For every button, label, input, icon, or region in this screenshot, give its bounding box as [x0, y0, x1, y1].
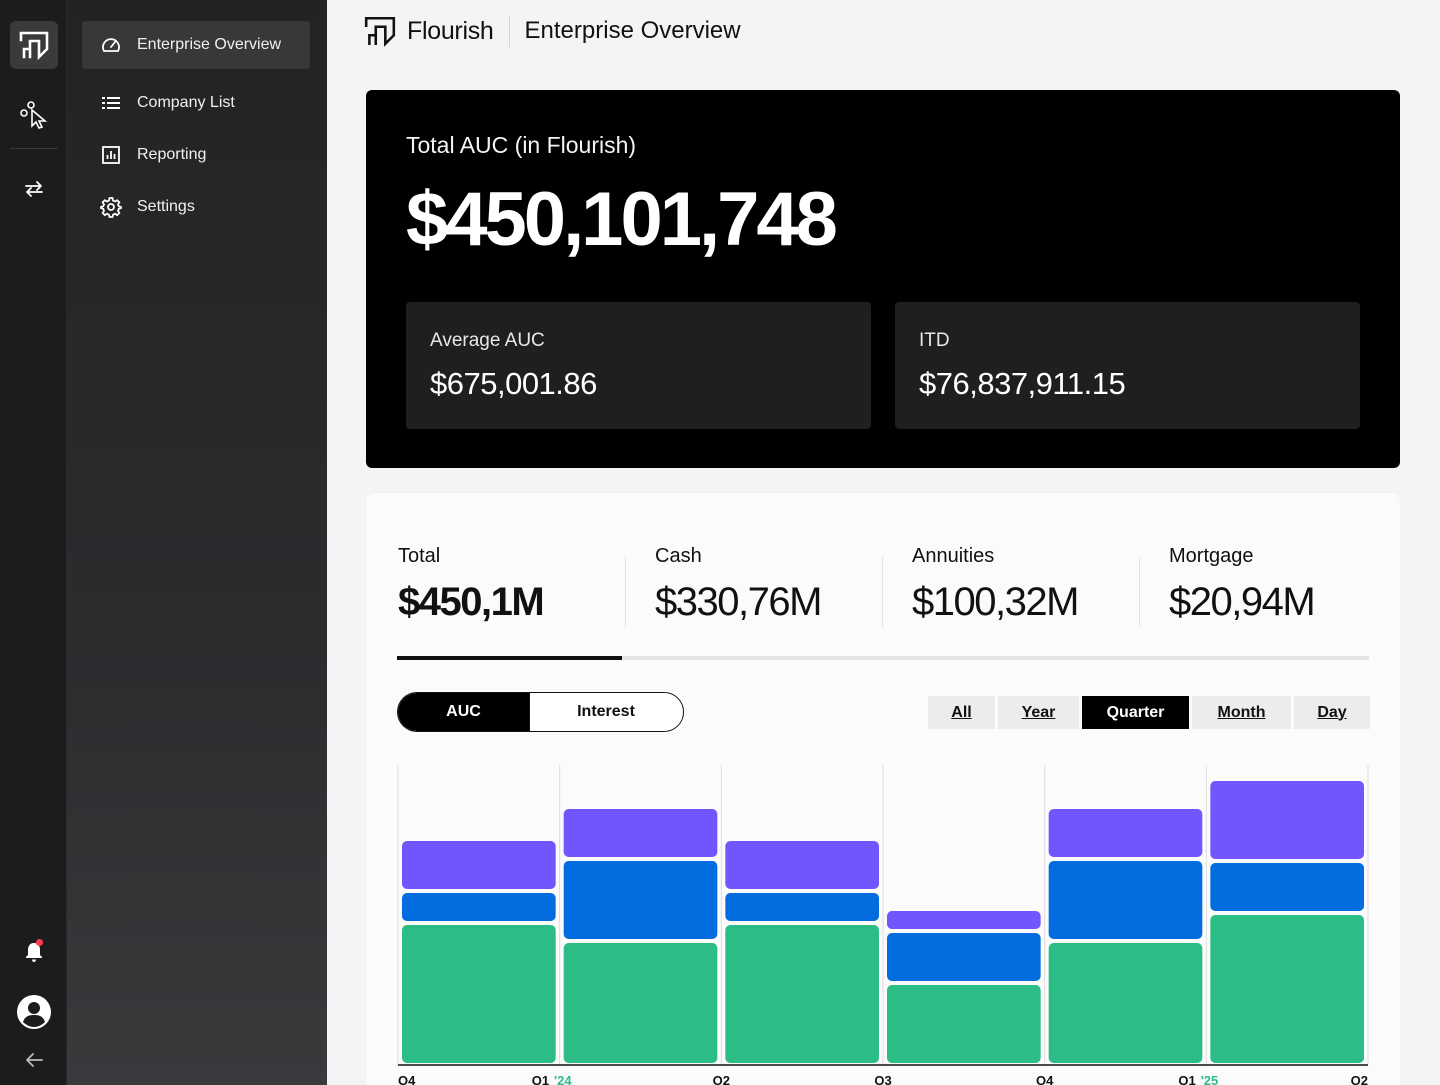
sidebar-item-company-list[interactable]: Company List — [82, 79, 310, 127]
average-auc-label: Average AUC — [430, 330, 545, 351]
arrow-left-icon[interactable] — [14, 1040, 54, 1080]
chart-bar-mortgage — [1210, 781, 1364, 859]
chart-x-tick-label: Q3 — [874, 1073, 891, 1085]
average-auc-value: $675,001.86 — [430, 366, 597, 401]
list-icon — [100, 92, 122, 114]
chart-x-tick-label: Q1'25 — [1178, 1073, 1218, 1085]
average-auc-card: Average AUC $675,001.86 — [406, 302, 871, 429]
sidebar-item-settings[interactable]: Settings — [82, 183, 310, 231]
chart-bar-cash — [1048, 943, 1203, 1063]
user-avatar-icon[interactable] — [14, 992, 54, 1032]
chart-bar-cash — [725, 925, 879, 1063]
chart-bar-cash — [563, 943, 718, 1063]
chart-x-tick-label: Q4 — [1036, 1073, 1054, 1085]
flourish-logo-icon[interactable] — [10, 21, 58, 69]
gauge-icon — [100, 34, 122, 56]
page-header: Flourish Enterprise Overview — [363, 14, 741, 48]
chart-bar-annuities — [887, 933, 1041, 981]
chart-x-tick-label: Q1'24 — [532, 1073, 573, 1085]
chart-bar-cash — [402, 925, 556, 1063]
chart-bar-mortgage — [1048, 809, 1203, 857]
notification-badge — [36, 939, 43, 946]
icon-rail — [0, 0, 67, 1085]
chart-x-tick-label: Q2 — [713, 1073, 730, 1085]
rail-divider — [10, 148, 58, 149]
sidebar: Enterprise Overview Company List Reporti… — [67, 0, 327, 1085]
chart-x-tick-label: Q4 — [398, 1073, 416, 1085]
total-auc-value: $450,101,748 — [406, 177, 838, 262]
itd-value: $76,837,911.15 — [919, 366, 1126, 401]
auc-stacked-bar-chart: Q4 Q1'24 Q2 Q3 Q4 Q1'25 Q2 — [397, 765, 1369, 1085]
cursor-pointer-icon[interactable] — [14, 94, 54, 134]
bell-icon[interactable] — [14, 932, 54, 972]
chart-bar-mortgage — [725, 841, 879, 889]
chart-bar-annuities — [402, 893, 556, 921]
chart-bar-cash — [1210, 915, 1364, 1063]
total-auc-card: Total AUC (in Flourish) $450,101,748 Ave… — [366, 90, 1400, 468]
page-title: Enterprise Overview — [524, 17, 741, 44]
auc-breakdown-card: Total $450,1M Cash $330,76M Annuities $1… — [366, 493, 1400, 1085]
total-auc-label: Total AUC (in Flourish) — [406, 132, 637, 158]
itd-label: ITD — [919, 330, 950, 351]
chart-bar-mortgage — [402, 841, 556, 889]
chart-x-tick-year: '25 — [1201, 1073, 1219, 1085]
sidebar-item-label: Company List — [137, 94, 235, 111]
sidebar-item-label: Settings — [137, 198, 195, 215]
gear-icon — [100, 196, 122, 218]
chart-bar-annuities — [1048, 861, 1203, 939]
bar-chart-icon — [100, 144, 122, 166]
chart-bar-mortgage — [887, 911, 1041, 929]
chart-bar-annuities — [563, 861, 718, 939]
chart-x-tick-year: '24 — [554, 1073, 572, 1085]
chart-x-tick-label: Q2 — [1351, 1073, 1368, 1085]
header-divider — [508, 15, 510, 47]
sidebar-item-reporting[interactable]: Reporting — [82, 131, 310, 179]
chart-bar-annuities — [725, 893, 879, 921]
brand-name: Flourish — [407, 16, 494, 45]
chart-bar-annuities — [1210, 863, 1364, 911]
chart-bar-cash — [887, 985, 1041, 1063]
flourish-logo-icon — [363, 14, 397, 48]
sidebar-item-label: Reporting — [137, 146, 207, 163]
transfer-arrows-icon[interactable] — [14, 169, 54, 209]
sidebar-item-enterprise-overview[interactable]: Enterprise Overview — [82, 21, 310, 69]
itd-card: ITD $76,837,911.15 — [895, 302, 1360, 429]
sidebar-item-label: Enterprise Overview — [137, 36, 282, 53]
chart-bar-mortgage — [563, 809, 718, 857]
